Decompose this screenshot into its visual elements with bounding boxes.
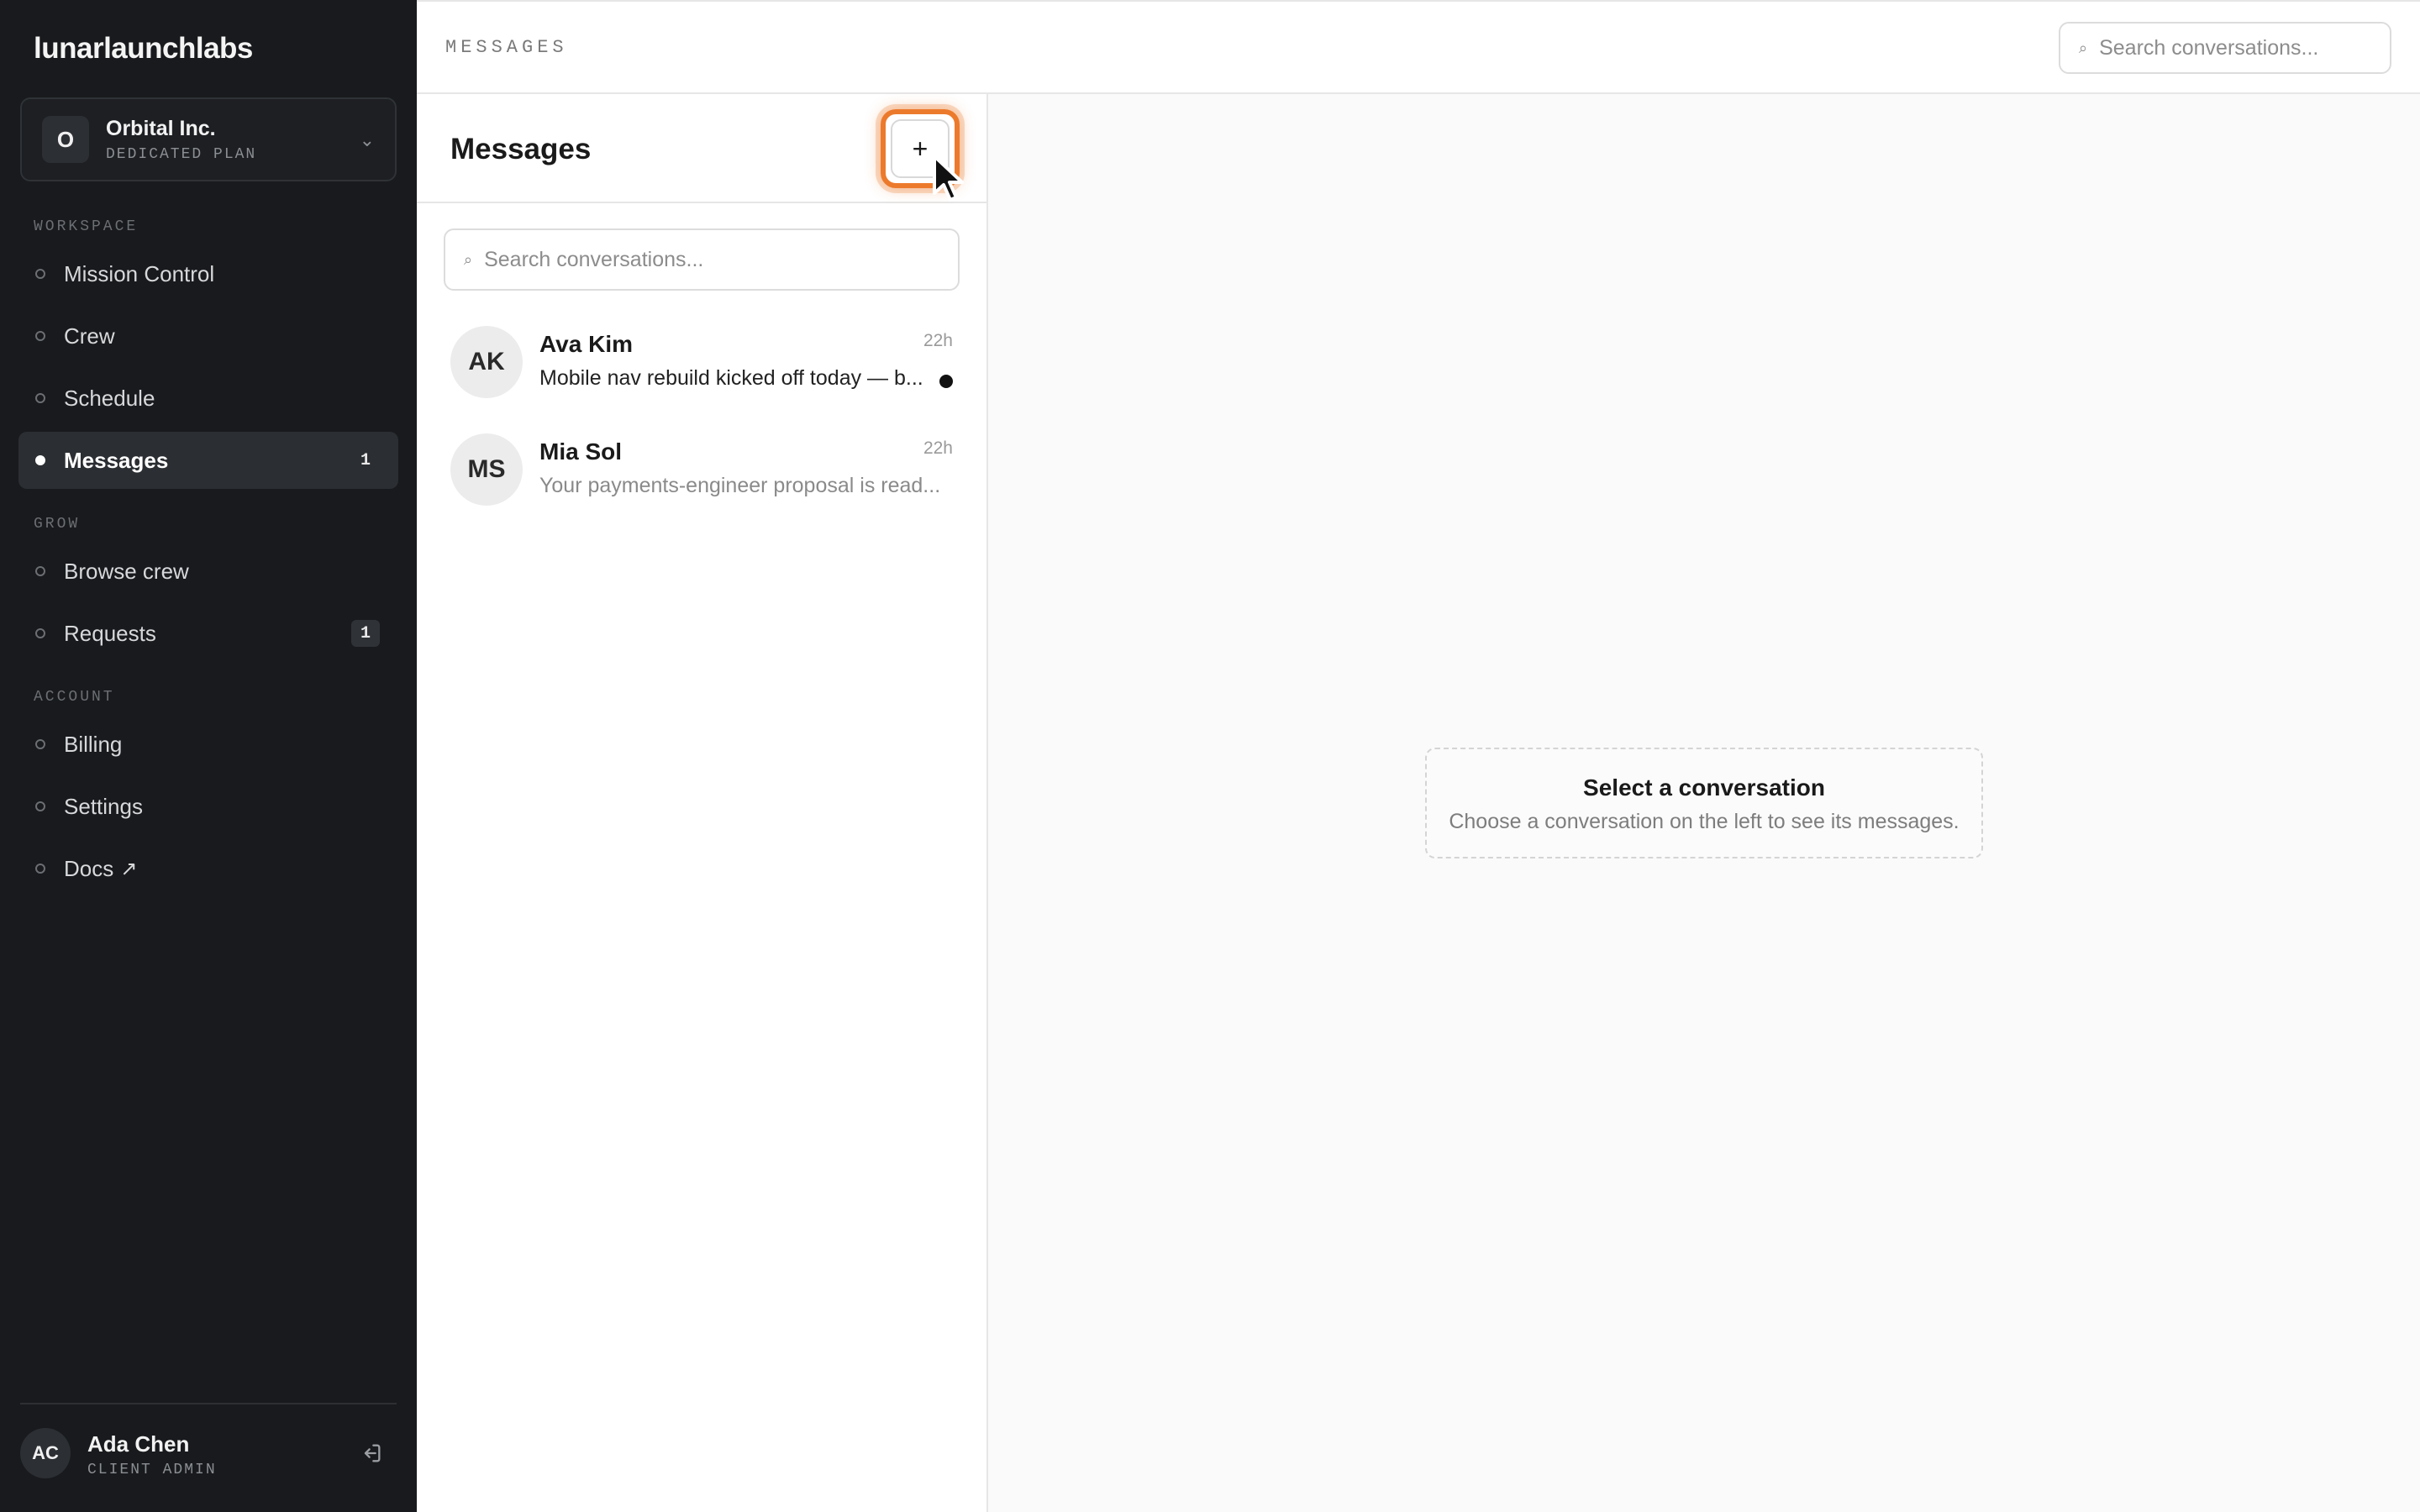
top-bar: MESSAGES ⌕ xyxy=(417,0,2420,94)
search-icon: ⌕ xyxy=(464,250,473,268)
circle-icon xyxy=(35,739,45,749)
sidebar: lunarlaunchlabs O Orbital Inc. DEDICATED… xyxy=(0,0,417,1512)
section-label-workspace: WORKSPACE xyxy=(34,218,139,235)
conversation-list-title: Messages xyxy=(450,133,592,165)
count-badge: 1 xyxy=(351,620,380,647)
mouse-cursor-icon xyxy=(933,155,964,202)
avatar: MS xyxy=(450,433,523,506)
conversation-preview: Mobile nav rebuild kicked off today — b.… xyxy=(539,366,923,390)
circle-icon xyxy=(35,269,45,279)
org-avatar: O xyxy=(42,116,89,163)
sidebar-item-label: Crew xyxy=(64,323,115,349)
empty-state-description: Choose a conversation on the left to see… xyxy=(1449,810,1960,833)
logout-button[interactable] xyxy=(355,1436,388,1470)
sidebar-item-mission-control[interactable]: Mission Control xyxy=(18,245,398,302)
circle-icon xyxy=(35,331,45,341)
circle-icon xyxy=(35,393,45,403)
sidebar-item-messages[interactable]: Messages 1 xyxy=(18,432,398,489)
conversation-item-mia-sol[interactable]: MS Mia Sol 22h Your payments-engineer pr… xyxy=(417,433,986,541)
sidebar-item-label: Schedule xyxy=(64,385,155,411)
conversation-name: Ava Kim xyxy=(539,331,634,357)
external-link-icon: ↗ xyxy=(120,857,138,880)
global-search-input[interactable] xyxy=(2099,35,2352,60)
sidebar-item-label: Requests xyxy=(64,620,156,646)
circle-icon xyxy=(35,864,45,874)
avatar: AK xyxy=(450,326,523,398)
conversation-name: Mia Sol xyxy=(539,438,623,465)
brand-logo[interactable]: lunarlaunchlabs xyxy=(34,32,253,66)
circle-icon xyxy=(35,566,45,576)
global-search[interactable]: ⌕ xyxy=(2059,22,2391,74)
circle-icon xyxy=(35,628,45,638)
search-icon: ⌕ xyxy=(2079,39,2088,56)
conversation-preview: Your payments-engineer proposal is read.… xyxy=(539,474,941,497)
conversation-time: 22h xyxy=(923,331,953,350)
sidebar-item-docs[interactable]: Docs ↗ xyxy=(18,840,398,897)
sidebar-item-label: Messages xyxy=(64,447,169,473)
sidebar-item-label: Docs xyxy=(64,855,114,881)
org-name: Orbital Inc. xyxy=(106,116,216,140)
sidebar-item-requests[interactable]: Requests 1 xyxy=(18,605,398,662)
user-role: CLIENT ADMIN xyxy=(87,1462,217,1478)
sidebar-item-label: Billing xyxy=(64,731,123,757)
page-title: MESSAGES xyxy=(445,37,568,58)
avatar[interactable]: AC xyxy=(20,1428,71,1478)
sidebar-item-schedule[interactable]: Schedule xyxy=(18,370,398,427)
circle-icon xyxy=(35,455,45,465)
empty-state-title: Select a conversation xyxy=(1583,774,1825,801)
logout-icon xyxy=(364,1444,381,1462)
conversation-search-input[interactable] xyxy=(484,247,737,272)
chevron-down-icon: ⌄ xyxy=(359,129,375,150)
org-switcher[interactable]: O Orbital Inc. DEDICATED PLAN ⌄ xyxy=(20,97,397,181)
sidebar-item-crew[interactable]: Crew xyxy=(18,307,398,365)
conversation-time: 22h xyxy=(923,438,953,458)
sidebar-item-browse-crew[interactable]: Browse crew xyxy=(18,543,398,600)
sidebar-divider xyxy=(20,1403,397,1404)
section-label-grow: GROW xyxy=(34,516,81,533)
count-badge: 1 xyxy=(360,450,371,470)
section-label-account: ACCOUNT xyxy=(34,689,115,706)
sidebar-item-label: Settings xyxy=(64,793,143,819)
conversation-item-ava-kim[interactable]: AK Ava Kim 22h Mobile nav rebuild kicked… xyxy=(417,326,986,433)
conversation-search[interactable]: ⌕ xyxy=(444,228,960,291)
sidebar-item-label: Browse crew xyxy=(64,558,189,584)
org-plan: DEDICATED PLAN xyxy=(106,145,257,163)
circle-icon xyxy=(35,801,45,811)
sidebar-item-settings[interactable]: Settings xyxy=(18,778,398,835)
sidebar-item-billing[interactable]: Billing xyxy=(18,716,398,773)
unread-dot-icon xyxy=(939,375,953,388)
sidebar-item-label: Mission Control xyxy=(64,260,215,286)
empty-state: Select a conversation Choose a conversat… xyxy=(1425,748,1983,858)
conversation-list-header: Messages + xyxy=(417,94,986,203)
user-name: Ada Chen xyxy=(87,1431,190,1457)
conversation-list-panel: Messages + ⌕ AK Ava Kim 22h Mobile nav r… xyxy=(417,94,988,1512)
